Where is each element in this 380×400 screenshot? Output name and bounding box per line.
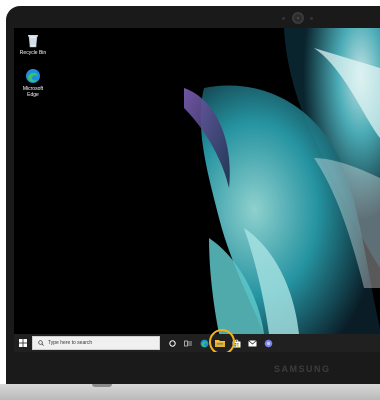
recycle-bin-icon — [25, 32, 41, 48]
task-view-icon — [184, 340, 192, 346]
light-sensor — [310, 17, 313, 20]
desktop-screen: Recycle Bin Microsoft Edge Type here to … — [14, 28, 380, 352]
wallpaper — [14, 28, 380, 352]
search-icon — [38, 340, 44, 346]
desktop-icon-label: Recycle Bin — [19, 50, 47, 56]
cortana-button[interactable] — [164, 334, 180, 352]
search-box[interactable]: Type here to search — [32, 336, 160, 350]
task-view-button[interactable] — [180, 334, 196, 352]
start-button[interactable] — [14, 334, 32, 352]
desktop-icon-label: Edge — [27, 92, 39, 98]
lid-notch — [92, 384, 112, 387]
mail-icon — [247, 339, 257, 346]
light-sensor — [282, 17, 285, 20]
laptop-base — [0, 384, 380, 400]
taskbar-mail-button[interactable] — [244, 334, 260, 352]
edge-icon — [200, 339, 208, 347]
teams-icon — [264, 339, 272, 347]
taskbar-teams-button[interactable] — [260, 334, 276, 352]
edge-icon — [25, 68, 41, 84]
webcam-icon — [292, 12, 304, 24]
cortana-icon — [168, 339, 176, 347]
desktop-icon-edge[interactable]: Microsoft Edge — [16, 68, 50, 98]
brand-logo: SAMSUNG — [274, 364, 331, 374]
taskbar: Type here to search — [14, 334, 380, 352]
desktop-icon-recycle-bin[interactable]: Recycle Bin — [16, 32, 50, 56]
windows-logo-icon — [19, 339, 27, 347]
search-placeholder: Type here to search — [48, 340, 93, 346]
